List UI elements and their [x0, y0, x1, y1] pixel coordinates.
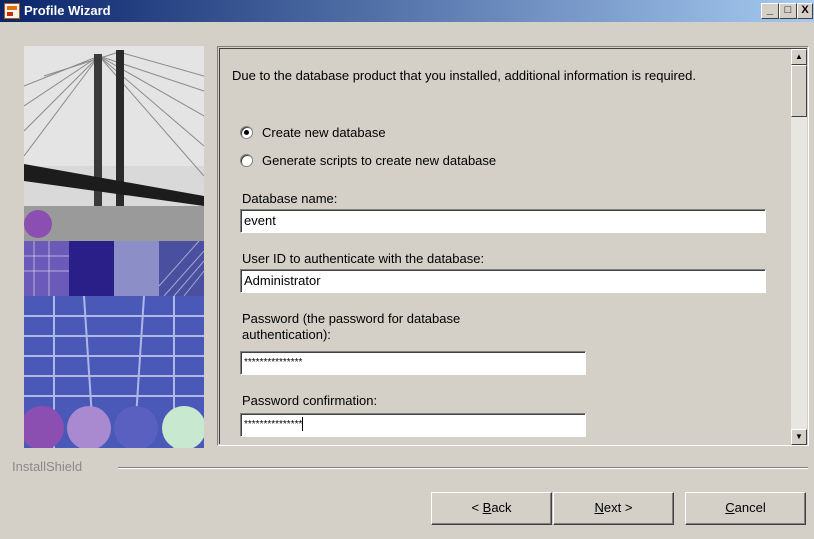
radio-create-label: Create new database [262, 124, 386, 140]
radio-generate-scripts[interactable]: Generate scripts to create new database [240, 151, 496, 169]
wizard-banner-image [24, 46, 204, 448]
back-button[interactable]: < Back [431, 492, 552, 525]
intro-text: Due to the database product that you ins… [232, 68, 696, 83]
content-panel: Due to the database product that you ins… [217, 46, 809, 446]
vertical-scrollbar[interactable]: ▲ ▼ [791, 49, 807, 445]
window-title: Profile Wizard [24, 3, 111, 18]
cancel-rest: ancel [734, 500, 766, 515]
password-confirmation-field[interactable]: *************** [240, 413, 586, 437]
cancel-mnemonic: C [725, 500, 735, 515]
cancel-button[interactable]: Cancel [685, 492, 806, 525]
separator-line [118, 467, 808, 469]
text-caret [302, 417, 304, 432]
user-id-label: User ID to authenticate with the databas… [242, 251, 485, 266]
radio-selected-icon[interactable] [240, 125, 253, 139]
password-confirmation-value: *************** [244, 419, 303, 430]
next-mnemonic: N [594, 500, 604, 515]
back-rest: ack [491, 500, 512, 515]
back-prefix: < [471, 500, 483, 515]
scroll-down-arrow-icon[interactable]: ▼ [791, 429, 807, 445]
scroll-up-arrow-icon[interactable]: ▲ [791, 49, 807, 65]
scroll-thumb[interactable] [791, 65, 807, 117]
close-button[interactable]: X [797, 3, 813, 19]
password-confirmation-label: Password confirmation: [242, 393, 378, 408]
radio-create-new-database[interactable]: Create new database [240, 123, 386, 141]
maximize-button[interactable]: □ [779, 3, 797, 19]
password-label: Password (the password for database auth… [242, 311, 461, 342]
database-name-label: Database name: [242, 191, 338, 206]
title-bar[interactable]: Profile Wizard _ □ X [0, 0, 814, 22]
password-field[interactable]: *************** [240, 351, 586, 375]
installshield-label: InstallShield [12, 459, 83, 474]
app-icon [4, 3, 20, 19]
user-id-field[interactable]: Administrator [240, 269, 766, 293]
database-name-field[interactable]: event [240, 209, 766, 233]
radio-unselected-icon[interactable] [240, 153, 253, 167]
minimize-button[interactable]: _ [761, 3, 779, 19]
next-rest: ext > [603, 500, 633, 515]
next-button[interactable]: Next > [553, 492, 674, 525]
radio-generate-label: Generate scripts to create new database [262, 152, 497, 168]
